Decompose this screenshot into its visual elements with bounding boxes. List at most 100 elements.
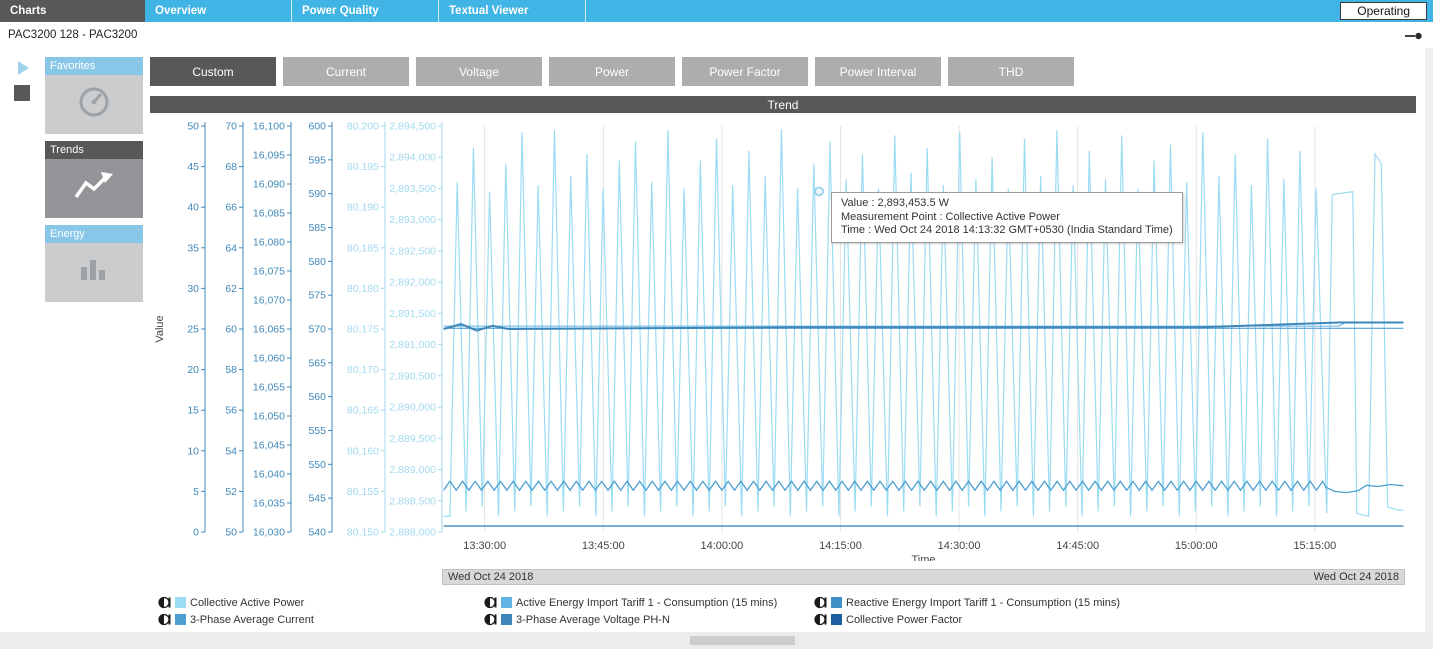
trend-chart-canvas: 5045403530252015105070686664626058565452… bbox=[150, 113, 1416, 561]
series-toggle-icon[interactable] bbox=[484, 613, 497, 626]
top-tab-bar: Charts Overview Power Quality Textual Vi… bbox=[0, 0, 1433, 22]
preset-button-power-interval[interactable]: Power Interval bbox=[815, 57, 941, 86]
y-axis-tick-label: 80,160 bbox=[347, 445, 379, 457]
y-axis-tick-label: 20 bbox=[187, 364, 199, 376]
tab-textual-viewer[interactable]: Textual Viewer bbox=[439, 0, 586, 22]
y-axis-title: Value bbox=[154, 315, 166, 342]
x-axis-tick-label: 15:00:00 bbox=[1175, 540, 1218, 552]
sidebar-group-energy: Energy bbox=[45, 225, 143, 302]
legend-swatch bbox=[175, 614, 186, 625]
trends-icon-tile[interactable] bbox=[45, 159, 143, 218]
y-axis-tick-label: 560 bbox=[308, 391, 326, 403]
y-axis-tick-label: 2,889,000 bbox=[389, 464, 436, 476]
legend-swatch bbox=[831, 614, 842, 625]
chart-legend: Collective Active Power Active Energy Im… bbox=[158, 596, 1416, 626]
legend-swatch bbox=[501, 597, 512, 608]
y-axis-tick-label: 2,891,500 bbox=[389, 308, 436, 320]
series-toggle-icon[interactable] bbox=[814, 596, 827, 609]
panel-toggle-button[interactable] bbox=[14, 85, 30, 101]
y-axis-tick-label: 16,055 bbox=[253, 382, 285, 394]
bar-chart-icon bbox=[74, 255, 114, 290]
preset-button-current[interactable]: Current bbox=[283, 57, 409, 86]
series-toggle-icon[interactable] bbox=[814, 613, 827, 626]
y-axis-tick-label: 16,035 bbox=[253, 498, 285, 510]
y-axis-tick-label: 16,090 bbox=[253, 179, 285, 191]
legend-swatch bbox=[501, 614, 512, 625]
preset-button-custom[interactable]: Custom bbox=[150, 57, 276, 86]
favorites-icon-tile[interactable] bbox=[45, 75, 143, 134]
tooltip-time-line: Time : Wed Oct 24 2018 14:13:32 GMT+0530… bbox=[841, 224, 1173, 238]
y-axis-tick-label: 56 bbox=[225, 405, 237, 417]
y-axis-tick-label: 80,190 bbox=[347, 202, 379, 214]
expand-panel-icon[interactable] bbox=[18, 61, 29, 75]
y-axis-tick-label: 16,070 bbox=[253, 295, 285, 307]
legend-item: Collective Active Power bbox=[158, 596, 484, 609]
legend-label: Reactive Energy Import Tariff 1 - Consum… bbox=[846, 597, 1120, 609]
series-toggle-icon[interactable] bbox=[158, 596, 171, 609]
series-collective-active-power bbox=[444, 129, 1404, 516]
pin-icon[interactable] bbox=[1404, 30, 1424, 42]
y-axis-tick-label: 590 bbox=[308, 188, 326, 200]
y-axis-tick-label: 62 bbox=[225, 283, 237, 295]
y-axis-tick-label: 16,075 bbox=[253, 266, 285, 278]
preset-button-power[interactable]: Power bbox=[549, 57, 675, 86]
preset-button-power-factor[interactable]: Power Factor bbox=[682, 57, 808, 86]
energy-icon-tile[interactable] bbox=[45, 243, 143, 302]
tab-charts[interactable]: Charts bbox=[0, 0, 145, 22]
y-axis-tick-label: 545 bbox=[308, 493, 326, 505]
y-axis-tick-label: 80,170 bbox=[347, 364, 379, 376]
tooltip-anchor-marker[interactable] bbox=[815, 187, 823, 195]
tooltip-value-line: Value : 2,893,453.5 W bbox=[841, 197, 1173, 211]
y-axis-tick-label: 58 bbox=[225, 364, 237, 376]
y-axis-tick-label: 16,050 bbox=[253, 411, 285, 423]
chart-type-sidebar: Favorites Trends bbox=[45, 48, 143, 632]
y-axis-tick-label: 2,888,500 bbox=[389, 495, 436, 507]
sidebar-item-energy[interactable]: Energy bbox=[45, 225, 143, 243]
legend-item: 3-Phase Average Current bbox=[158, 613, 484, 626]
y-axis-tick-label: 66 bbox=[225, 202, 237, 214]
time-range-bar[interactable]: Wed Oct 24 2018 Wed Oct 24 2018 bbox=[442, 569, 1405, 585]
tooltip-measurement-line: Measurement Point : Collective Active Po… bbox=[841, 211, 1173, 225]
x-axis-tick-label: 14:45:00 bbox=[1056, 540, 1099, 552]
y-axis-tick-label: 16,030 bbox=[253, 527, 285, 539]
y-axis-tick-label: 80,155 bbox=[347, 486, 379, 498]
y-axis-tick-label: 16,100 bbox=[253, 121, 285, 133]
y-axis-tick-label: 0 bbox=[193, 527, 199, 539]
y-axis-tick-label: 45 bbox=[187, 161, 199, 173]
trend-line-icon bbox=[72, 169, 116, 208]
series-toggle-icon[interactable] bbox=[484, 596, 497, 609]
chart-title: Trend bbox=[768, 98, 799, 112]
y-axis-tick-label: 2,893,500 bbox=[389, 183, 436, 195]
trend-main-panel: Custom Current Voltage Power Power Facto… bbox=[150, 48, 1416, 632]
y-axis-tick-label: 550 bbox=[308, 459, 326, 471]
breadcrumb: PAC3200 128 - PAC3200 bbox=[8, 29, 137, 41]
tab-overview[interactable]: Overview bbox=[145, 0, 292, 22]
legend-swatch bbox=[175, 597, 186, 608]
legend-label: Collective Power Factor bbox=[846, 614, 962, 626]
preset-button-voltage[interactable]: Voltage bbox=[416, 57, 542, 86]
y-axis-tick-label: 80,180 bbox=[347, 283, 379, 295]
y-axis-tick-label: 52 bbox=[225, 486, 237, 498]
preset-button-thd[interactable]: THD bbox=[948, 57, 1074, 86]
sidebar-item-favorites[interactable]: Favorites bbox=[45, 57, 143, 75]
x-axis-tick-label: 14:15:00 bbox=[819, 540, 862, 552]
operating-button[interactable]: Operating bbox=[1340, 2, 1427, 20]
y-axis-tick-label: 15 bbox=[187, 405, 199, 417]
scrollbar-thumb[interactable] bbox=[690, 636, 795, 645]
legend-item: 3-Phase Average Voltage PH-N bbox=[484, 613, 814, 626]
y-axis-tick-label: 600 bbox=[308, 121, 326, 133]
y-axis-tick-label: 10 bbox=[187, 445, 199, 457]
y-axis-tick-label: 16,065 bbox=[253, 324, 285, 336]
y-axis-tick-label: 80,175 bbox=[347, 324, 379, 336]
y-axis-tick-label: 54 bbox=[225, 445, 237, 457]
x-axis-tick-label: 13:30:00 bbox=[463, 540, 506, 552]
y-axis-tick-label: 35 bbox=[187, 242, 199, 254]
trend-chart[interactable]: 5045403530252015105070686664626058565452… bbox=[150, 113, 1416, 561]
horizontal-scrollbar[interactable] bbox=[0, 632, 1433, 649]
x-axis-tick-label: 14:30:00 bbox=[938, 540, 981, 552]
sidebar-item-trends[interactable]: Trends bbox=[45, 141, 143, 159]
y-axis-tick-label: 80,185 bbox=[347, 242, 379, 254]
operating-wrap: Operating bbox=[1340, 0, 1433, 22]
series-toggle-icon[interactable] bbox=[158, 613, 171, 626]
tab-power-quality[interactable]: Power Quality bbox=[292, 0, 439, 22]
